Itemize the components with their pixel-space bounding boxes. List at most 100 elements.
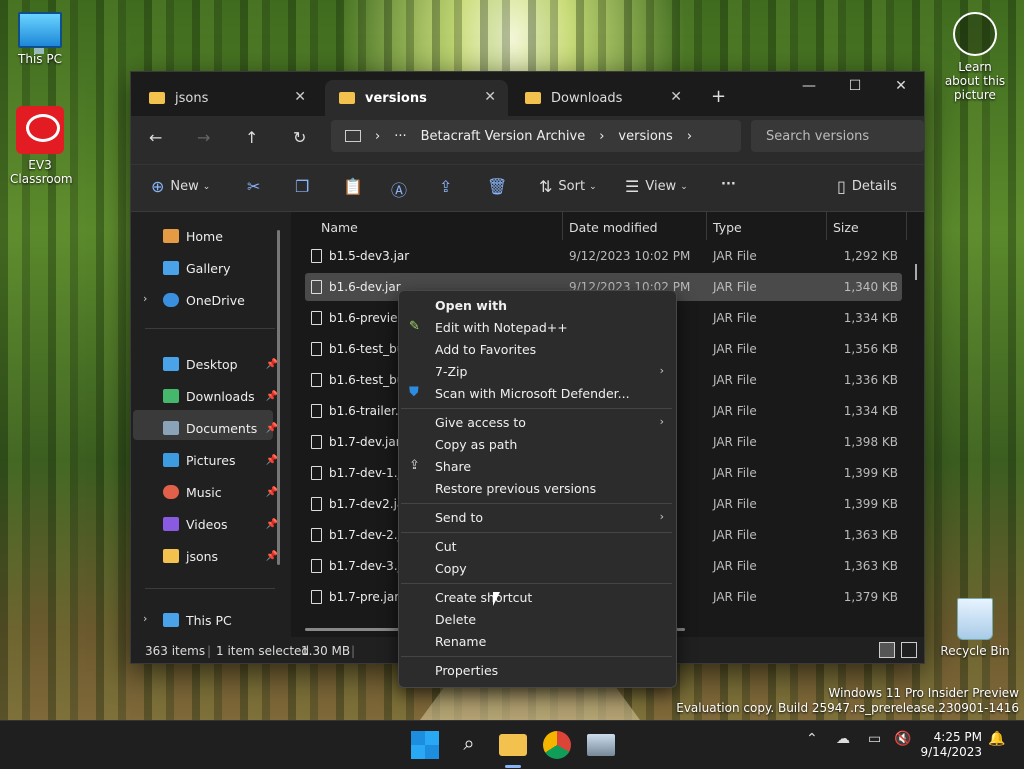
column-size[interactable]: Size: [833, 220, 859, 235]
refresh-button[interactable]: ↻: [293, 128, 306, 147]
menu-send-to[interactable]: Send to: [435, 510, 483, 525]
column-name[interactable]: Name: [321, 220, 358, 235]
table-row[interactable]: b1.5-dev3.jar 9/12/2023 10:02 PM JAR File 1…: [305, 242, 902, 270]
breadcrumb-versions[interactable]: versions: [618, 129, 672, 144]
chevron-up-icon[interactable]: ⌃: [806, 731, 818, 747]
menu-add-favorites[interactable]: Add to Favorites: [435, 342, 536, 357]
column-divider[interactable]: [906, 212, 907, 240]
paste-button[interactable]: 📋: [343, 177, 369, 196]
sidebar-item-onedrive[interactable]: OneDrive: [163, 286, 273, 314]
sidebar-item-home[interactable]: Home: [163, 222, 273, 250]
up-button[interactable]: ↑: [245, 128, 258, 147]
menu-share[interactable]: Share: [435, 459, 471, 474]
menu-separator: [401, 503, 672, 504]
copy-button[interactable]: ❐: [295, 177, 315, 196]
delete-button[interactable]: 🗑: [487, 177, 513, 196]
volume-muted-icon[interactable]: 🔇: [894, 731, 911, 747]
file-type: JAR File: [713, 311, 757, 325]
menu-cut[interactable]: Cut: [435, 539, 457, 554]
file-explorer-icon[interactable]: [499, 734, 527, 756]
watermark-line1: Windows 11 Pro Insider Preview: [828, 686, 1019, 700]
photos-icon[interactable]: [587, 734, 615, 756]
sidebar-item-label: This PC: [186, 612, 232, 628]
selection-size: 1.30 MB: [301, 644, 351, 658]
minimize-button[interactable]: —: [786, 78, 832, 94]
close-tab-icon[interactable]: ✕: [670, 89, 682, 105]
share-button[interactable]: ⇪: [439, 177, 458, 196]
menu-delete[interactable]: Delete: [435, 612, 476, 627]
sidebar-item-gallery[interactable]: Gallery: [163, 254, 273, 282]
tab-jsons[interactable]: jsons ✕: [135, 80, 318, 116]
column-divider[interactable]: [706, 212, 707, 240]
file-icon: [311, 311, 322, 325]
notification-bell-icon[interactable]: 🔔: [988, 731, 1005, 747]
sidebar-item-videos[interactable]: Videos 📌: [163, 510, 278, 538]
sidebar-item-pictures[interactable]: Pictures 📌: [163, 446, 278, 474]
sidebar-item-documents[interactable]: Documents 📌: [163, 414, 278, 442]
column-divider[interactable]: [562, 212, 563, 240]
search-input[interactable]: Search versions: [751, 120, 924, 152]
expand-chevron-icon[interactable]: ›: [143, 612, 147, 625]
search-icon[interactable]: ⌕: [455, 731, 483, 759]
menu-copy[interactable]: Copy: [435, 561, 467, 576]
clock[interactable]: 4:25 PM 9/14/2023: [920, 730, 982, 760]
menu-properties[interactable]: Properties: [435, 663, 498, 678]
menu-copy-path[interactable]: Copy as path: [435, 437, 517, 452]
vertical-scrollbar[interactable]: [915, 264, 917, 280]
column-divider[interactable]: [826, 212, 827, 240]
sidebar-item-jsons[interactable]: jsons 📌: [163, 542, 278, 570]
new-tab-button[interactable]: +: [711, 86, 726, 107]
tiles-view-icon[interactable]: [901, 642, 917, 658]
sidebar-item-desktop[interactable]: Desktop 📌: [163, 350, 278, 378]
cut-button[interactable]: ✂: [247, 177, 266, 196]
address-bar[interactable]: › ··· Betacraft Version Archive › versio…: [331, 120, 741, 152]
desktop-icon-this-pc[interactable]: This PC: [0, 12, 80, 66]
close-tab-icon[interactable]: ✕: [484, 89, 496, 105]
desktop-icon-learn[interactable]: Learn about this picture: [935, 12, 1015, 102]
expand-chevron-icon[interactable]: ›: [143, 292, 147, 305]
menu-restore-versions[interactable]: Restore previous versions: [435, 481, 596, 496]
chrome-icon[interactable]: [543, 731, 571, 759]
sidebar-item-this-pc[interactable]: This PC: [163, 606, 273, 634]
menu-scan-defender[interactable]: Scan with Microsoft Defender...: [435, 386, 630, 401]
column-date[interactable]: Date modified: [569, 220, 658, 235]
close-window-button[interactable]: ✕: [878, 78, 924, 94]
menu-open-with[interactable]: Open with: [435, 298, 507, 313]
details-view-icon[interactable]: [879, 642, 895, 658]
menu-rename[interactable]: Rename: [435, 634, 486, 649]
sort-button[interactable]: ⇅ Sort ⌄: [539, 177, 597, 196]
back-button[interactable]: ←: [149, 128, 162, 147]
forward-button[interactable]: →: [197, 128, 210, 147]
menu-create-shortcut[interactable]: Create shortcut: [435, 590, 532, 605]
start-button[interactable]: [411, 731, 439, 759]
maximize-button[interactable]: ☐: [832, 78, 878, 94]
desktop-icon-ev3[interactable]: EV3 Classroom: [0, 106, 80, 186]
desktop-icon-recycle-bin[interactable]: Recycle Bin: [935, 598, 1015, 658]
view-button[interactable]: ☰ View ⌄: [625, 177, 688, 196]
details-button[interactable]: ▯ Details: [837, 177, 897, 196]
tab-downloads[interactable]: Downloads ✕: [511, 80, 694, 116]
column-type[interactable]: Type: [713, 220, 742, 235]
folder-icon: [149, 92, 165, 104]
rename-icon: Ⓐ: [391, 181, 408, 200]
menu-separator: [401, 408, 672, 409]
more-button[interactable]: ···: [721, 177, 736, 192]
rename-button[interactable]: Ⓐ: [391, 177, 413, 201]
menu-edit-notepad[interactable]: Edit with Notepad++: [435, 320, 568, 335]
close-tab-icon[interactable]: ✕: [294, 89, 306, 105]
chevron-right-icon: ›: [599, 128, 605, 144]
network-icon[interactable]: ▭: [868, 731, 881, 747]
menu-give-access[interactable]: Give access to: [435, 415, 526, 430]
tab-versions[interactable]: versions ✕: [325, 80, 508, 116]
breadcrumb-overflow[interactable]: ···: [394, 129, 406, 144]
breadcrumb-archive[interactable]: Betacraft Version Archive: [421, 129, 586, 144]
file-type: JAR File: [713, 528, 757, 542]
sidebar-item-label: Home: [186, 228, 223, 244]
file-type: JAR File: [713, 249, 757, 263]
menu-7zip[interactable]: 7-Zip: [435, 364, 467, 379]
sidebar-scrollbar[interactable]: [277, 230, 280, 565]
onedrive-tray-icon[interactable]: ☁: [836, 731, 850, 747]
new-button[interactable]: ⊕ New ⌄: [151, 177, 210, 196]
sidebar-item-music[interactable]: Music 📌: [163, 478, 278, 506]
sidebar-item-downloads[interactable]: Downloads 📌: [163, 382, 278, 410]
